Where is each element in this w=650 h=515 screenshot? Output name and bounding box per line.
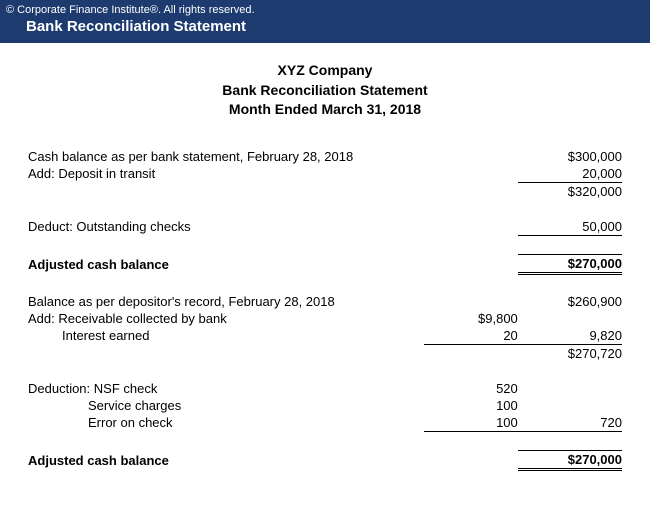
outstanding-amount: 50,000 — [518, 218, 622, 236]
receivable-label: Add: Receivable collected by bank — [28, 310, 424, 327]
header-bar: © Corporate Finance Institute®. All righ… — [0, 0, 650, 43]
company-name: XYZ Company — [28, 61, 622, 81]
copyright-text: © Corporate Finance Institute®. All righ… — [6, 4, 644, 16]
interest-amount: 20 — [424, 327, 518, 345]
bank-adjusted-label: Adjusted cash balance — [28, 254, 424, 273]
reconciliation-table: Cash balance as per bank statement, Febr… — [28, 148, 622, 471]
book-adjusted-amount: $270,000 — [518, 450, 622, 469]
service-amount: 100 — [424, 397, 518, 414]
interest-label: Interest earned — [28, 328, 149, 343]
book-balance-amount: $260,900 — [518, 293, 622, 310]
bank-adjusted-amount: $270,000 — [518, 254, 622, 273]
nsf-amount: 520 — [424, 380, 518, 397]
bank-cash-label: Cash balance as per bank statement, Febr… — [28, 148, 424, 165]
book-adjusted-label: Adjusted cash balance — [28, 450, 424, 469]
header-title: Bank Reconciliation Statement — [6, 18, 644, 35]
nsf-label: Deduction: NSF check — [28, 380, 424, 397]
deduct-total: 720 — [518, 414, 622, 432]
outstanding-label: Deduct: Outstanding checks — [28, 218, 424, 236]
period: Month Ended March 31, 2018 — [28, 100, 622, 120]
document-body: XYZ Company Bank Reconciliation Statemen… — [0, 43, 650, 491]
deposit-label: Add: Deposit in transit — [28, 165, 424, 183]
book-balance-label: Balance as per depositor's record, Febru… — [28, 293, 424, 310]
deposit-amount: 20,000 — [518, 165, 622, 183]
error-label: Error on check — [28, 415, 173, 430]
service-label: Service charges — [28, 398, 181, 413]
add-total: 9,820 — [518, 327, 622, 345]
book-subtotal: $270,720 — [518, 344, 622, 362]
bank-cash-amount: $300,000 — [518, 148, 622, 165]
statement-name: Bank Reconciliation Statement — [28, 81, 622, 101]
error-amount: 100 — [424, 414, 518, 432]
title-block: XYZ Company Bank Reconciliation Statemen… — [28, 61, 622, 120]
bank-subtotal: $320,000 — [518, 182, 622, 200]
receivable-amount: $9,800 — [424, 310, 518, 327]
